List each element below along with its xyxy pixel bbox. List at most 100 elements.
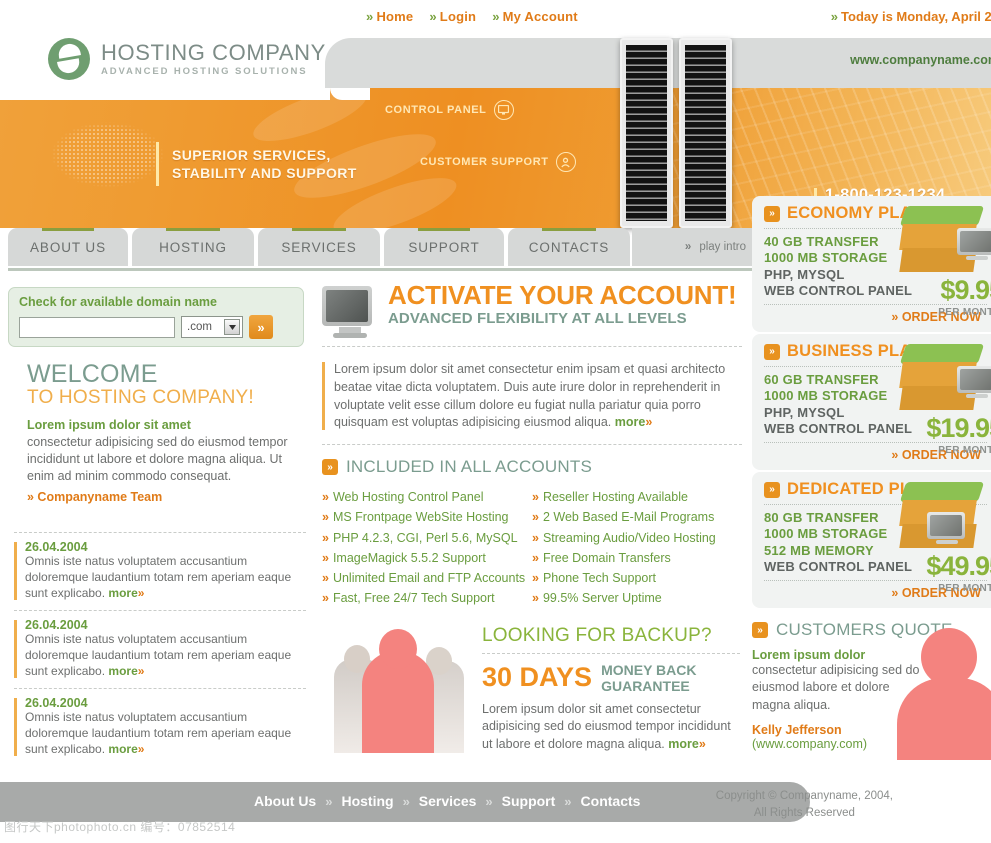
chevron-icon: »	[322, 530, 329, 545]
customers-quote-section: » CUSTOMERS QUOTE Lorem ipsum dolor cons…	[752, 610, 991, 760]
nav-tab-services[interactable]: SERVICES	[258, 228, 380, 266]
logo-text: HOSTING COMPANY ADVANCED HOSTING SOLUTIO…	[101, 41, 326, 77]
domain-tld-select[interactable]: .com	[181, 316, 243, 338]
divider	[14, 687, 306, 689]
header-website-url[interactable]: www.companyname.com	[850, 53, 991, 67]
activate-subtitle: ADVANCED FLEXIBILITY AT ALL LEVELS	[388, 310, 687, 327]
included-features-grid: » Web Hosting Control Panel » MS Frontpage…	[322, 487, 742, 609]
top-link-my-account[interactable]: » My Account	[492, 9, 578, 24]
plan-card-economy[interactable]: » ECONOMY PLAN 40 GB TRANSFER 1000 MB ST…	[752, 196, 991, 332]
banner-notch	[0, 88, 370, 100]
divider	[322, 444, 742, 445]
feature-item[interactable]: » Unlimited Email and FTP Accounts	[322, 568, 532, 588]
top-link-my-account-label: My Account	[502, 9, 578, 24]
top-link-login[interactable]: » Login	[429, 9, 476, 24]
chevron-icon: »	[532, 530, 539, 545]
chevron-icon: »	[325, 793, 333, 809]
monitor-screen	[322, 286, 372, 326]
feature-label: Reseller Hosting Available	[542, 490, 688, 504]
footer-link-services[interactable]: Services	[419, 793, 477, 809]
silhouette-body	[897, 678, 991, 760]
feature-label: MS Frontpage WebSite Hosting	[332, 510, 509, 525]
domain-search-input[interactable]	[19, 316, 175, 338]
feature-item[interactable]: » Fast, Free 24/7 Tech Support	[322, 588, 532, 608]
monitor-base	[966, 394, 988, 398]
plan-price: $49.95	[926, 551, 991, 581]
current-date-label: Today is Monday, April 26	[841, 9, 991, 24]
chevron-icon: »	[322, 490, 329, 504]
backup-more-link[interactable]: more»	[668, 737, 706, 751]
news-item-more-link[interactable]: more»	[108, 742, 144, 756]
feature-item[interactable]: » MS Frontpage WebSite Hosting	[322, 507, 532, 527]
banner-tagline: SUPERIOR SERVICES, STABILITY AND SUPPORT	[156, 142, 357, 186]
current-date: » Today is Monday, April 26	[831, 9, 991, 24]
feature-item[interactable]: » 99.5% Server Uptime	[532, 588, 742, 608]
chevron-icon: »	[492, 9, 500, 24]
plan-card-dedicated[interactable]: » DEDICATED PLAN 80 GB TRANSFER 1000 MB …	[752, 472, 991, 608]
news-item-text: Omnis iste natus voluptatem accusantium …	[25, 554, 292, 600]
plan-card-business[interactable]: » BUSINESS PLAN 60 GB TRANSFER 1000 MB S…	[752, 334, 991, 470]
news-item-text-wrap: Omnis iste natus voluptatem accusantium …	[25, 632, 306, 680]
feature-item[interactable]: » Web Hosting Control Panel	[322, 487, 532, 507]
chevron-down-icon[interactable]	[224, 319, 240, 335]
monitor-display	[930, 515, 962, 536]
chevron-icon: »	[429, 9, 437, 24]
nav-tab-contacts-label: CONTACTS	[528, 239, 610, 255]
double-chevron-icon: »	[752, 622, 768, 638]
feature-item[interactable]: » Free Domain Transfers	[532, 548, 742, 568]
feature-item[interactable]: » Reseller Hosting Available	[532, 487, 742, 507]
feature-item[interactable]: » PHP 4.2.3, CGI, Perl 5.6, MySQL	[322, 528, 532, 548]
included-header: » INCLUDED IN ALL ACCOUNTS	[322, 457, 742, 477]
included-features-col-2: » Reseller Hosting Available » 2 Web Based…	[532, 487, 742, 609]
news-item: 26.04.2004 Omnis iste natus voluptatem a…	[14, 696, 306, 758]
top-link-home[interactable]: » Home	[366, 9, 413, 24]
news-item-more-label: more	[108, 741, 138, 756]
site-logo[interactable]: HOSTING COMPANY ADVANCED HOSTING SOLUTIO…	[48, 38, 326, 80]
box-top	[899, 206, 985, 226]
server-rack-left	[620, 38, 673, 228]
chevron-icon: »	[322, 591, 329, 606]
nav-tab-about-us[interactable]: ABOUT US	[8, 228, 128, 266]
footer-link-hosting[interactable]: Hosting	[341, 793, 393, 809]
feature-item[interactable]: » Phone Tech Support	[532, 568, 742, 588]
backup-title: LOOKING FOR BACKUP?	[482, 624, 712, 646]
included-title: INCLUDED IN ALL ACCOUNTS	[346, 457, 593, 476]
activate-more-link[interactable]: more»	[615, 415, 653, 429]
nav-tab-contacts[interactable]: CONTACTS	[508, 228, 630, 266]
feature-label: Streaming Audio/Video Hosting	[542, 530, 716, 545]
feature-item[interactable]: » Streaming Audio/Video Hosting	[532, 528, 742, 548]
banner-control-panel-link[interactable]: CONTROL PANEL	[385, 100, 514, 120]
play-intro-button[interactable]: » play intro	[632, 228, 756, 266]
photo-silhouette-head	[379, 628, 417, 669]
stock-watermark: 图行天下photophoto.cn 编号：07852514	[4, 820, 236, 834]
news-item-text: Omnis iste natus voluptatem accusantium …	[25, 631, 292, 678]
feature-item[interactable]: » ImageMagick 5.5.2 Support	[322, 548, 532, 568]
server-rack-bays	[626, 45, 667, 221]
top-bar: » Home » Login » My Account » Today is Monda…	[0, 0, 991, 36]
footer-link-about-us[interactable]: About Us	[254, 793, 316, 809]
double-chevron-icon: »	[764, 205, 780, 222]
feature-label: Unlimited Email and FTP Accounts	[332, 571, 526, 585]
logo-company-name: HOSTING COMPANY	[101, 39, 326, 65]
chevron-icon: »	[137, 741, 145, 756]
page-root: » Home » Login » My Account » Today is Monda…	[0, 0, 991, 843]
footer-link-contacts[interactable]: Contacts	[581, 793, 641, 809]
banner-tagline-line1: SUPERIOR SERVICES,	[172, 147, 331, 163]
top-link-home-label: Home	[376, 9, 414, 24]
banner-customer-support-link[interactable]: CUSTOMER SUPPORT	[420, 152, 576, 172]
feature-item[interactable]: » 2 Web Based E-Mail Programs	[532, 507, 742, 527]
activate-body: Lorem ipsum dolor sit amet consectetur e…	[334, 362, 726, 430]
news-item-more-link[interactable]: more»	[108, 664, 144, 678]
welcome-signature[interactable]: » Companyname Team	[27, 490, 307, 504]
news-list: 26.04.2004 Omnis iste natus voluptatem a…	[14, 524, 306, 758]
nav-tab-support[interactable]: SUPPORT	[384, 228, 504, 266]
footer-link-support[interactable]: Support	[502, 793, 556, 809]
server-rack-image	[620, 38, 732, 228]
monitor-icon	[493, 100, 514, 120]
server-rack-right	[679, 38, 732, 228]
backup-guarantee-line1: MONEY BACK	[601, 661, 697, 678]
chevron-icon: »	[137, 663, 145, 678]
domain-search-submit-button[interactable]: »	[249, 315, 273, 339]
nav-tab-hosting[interactable]: HOSTING	[132, 228, 254, 266]
news-item-more-link[interactable]: more»	[108, 586, 144, 600]
